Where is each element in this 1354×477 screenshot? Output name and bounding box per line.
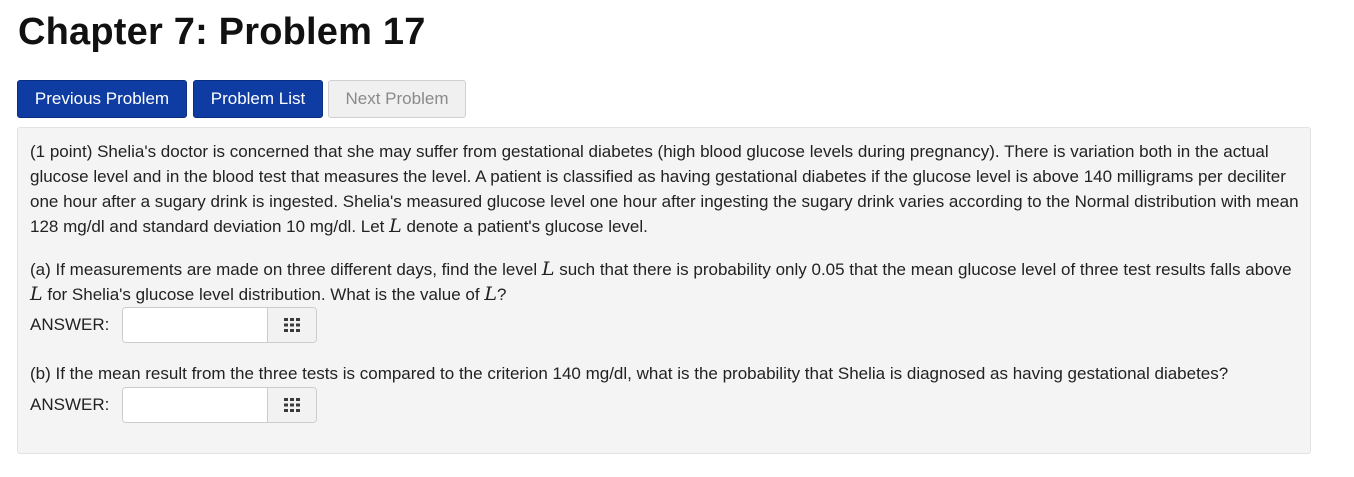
page-title: Chapter 7: Problem 17 bbox=[18, 11, 426, 53]
problem-list-button[interactable]: Problem List bbox=[193, 80, 323, 118]
part-a-question: (a) If measurements are made on three di… bbox=[30, 257, 1300, 307]
answer-label: ANSWER: bbox=[30, 315, 110, 334]
equation-editor-button[interactable] bbox=[267, 388, 316, 422]
math-variable-L: L bbox=[541, 258, 555, 280]
answer-row-b: ANSWER: bbox=[30, 387, 317, 423]
part-b-question: (b) If the mean result from the three te… bbox=[30, 364, 1229, 383]
answer-label: ANSWER: bbox=[30, 395, 110, 414]
answer-field-group bbox=[122, 307, 317, 343]
math-variable-L: L bbox=[484, 283, 497, 305]
grid-keypad-icon bbox=[284, 318, 300, 332]
answer-input-a[interactable] bbox=[123, 308, 267, 342]
next-problem-button: Next Problem bbox=[328, 80, 466, 118]
answer-input-b[interactable] bbox=[123, 388, 267, 422]
answer-row-a: ANSWER: bbox=[30, 307, 317, 343]
grid-keypad-icon bbox=[284, 398, 300, 412]
answer-field-group bbox=[122, 387, 317, 423]
part-a-text-2: such that there is probability only 0.05… bbox=[554, 260, 1292, 279]
math-variable-L: L bbox=[30, 283, 43, 305]
previous-problem-button[interactable]: Previous Problem bbox=[17, 80, 187, 118]
math-variable-L: L bbox=[389, 215, 402, 237]
intro-text-end: denote a patient's glucose level. bbox=[401, 217, 648, 236]
intro-text: (1 point) Shelia's doctor is concerned t… bbox=[30, 142, 1299, 236]
equation-editor-button[interactable] bbox=[267, 308, 316, 342]
part-a-text-1: (a) If measurements are made on three di… bbox=[30, 260, 542, 279]
part-a-text-4: ? bbox=[496, 285, 507, 304]
part-a-text-3: for Shelia's glucose level distribution.… bbox=[42, 285, 485, 304]
problem-intro: (1 point) Shelia's doctor is concerned t… bbox=[30, 139, 1300, 239]
problem-body: (1 point) Shelia's doctor is concerned t… bbox=[17, 127, 1311, 454]
